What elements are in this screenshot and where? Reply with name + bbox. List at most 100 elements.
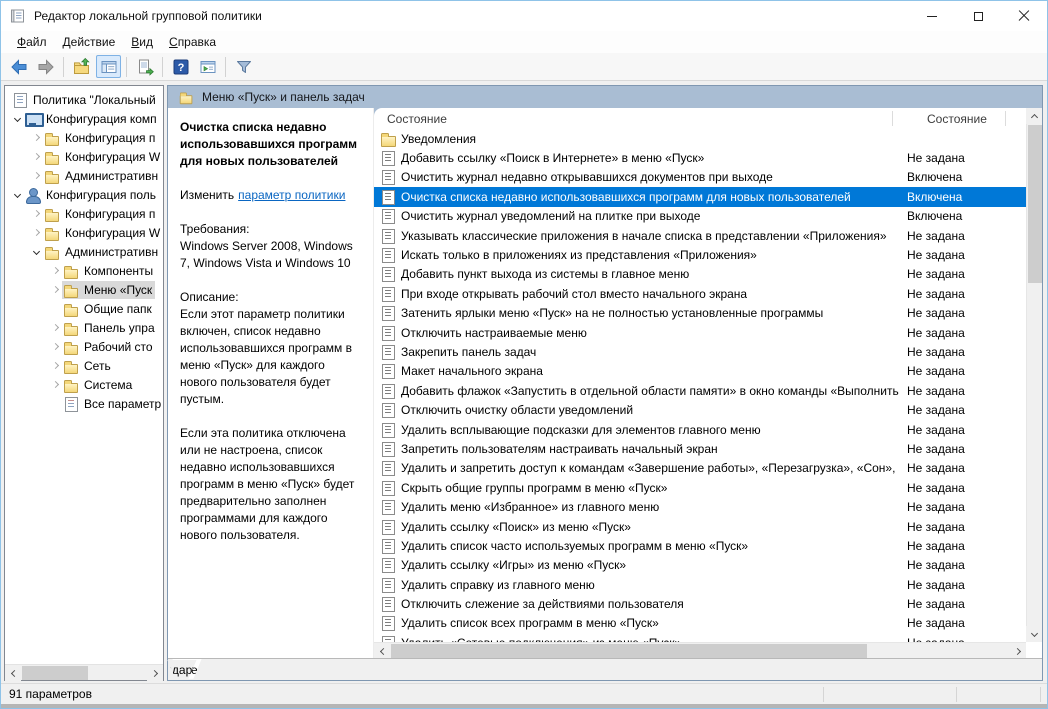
- chevron-icon[interactable]: [11, 192, 24, 197]
- tree-horizontal-scrollbar[interactable]: [5, 664, 163, 680]
- scroll-right-button[interactable]: [1010, 643, 1026, 658]
- chevron-icon[interactable]: [30, 249, 43, 254]
- window-title: Редактор локальной групповой политики: [34, 9, 262, 23]
- policy-list-pane: Состояние Состояние УведомленияДобавить …: [374, 108, 1042, 658]
- tree-item[interactable]: Административн: [5, 166, 163, 185]
- policy-row[interactable]: Макет начального экранаНе задана: [374, 362, 1026, 381]
- policy-setting-link[interactable]: параметр политики: [238, 188, 345, 202]
- policy-row[interactable]: Добавить ссылку «Поиск в Интернете» в ме…: [374, 148, 1026, 167]
- chevron-icon[interactable]: [30, 230, 43, 235]
- policy-row[interactable]: Указывать классические приложения в нача…: [374, 226, 1026, 245]
- tree-item[interactable]: Административн: [5, 242, 163, 261]
- chevron-icon[interactable]: [49, 363, 62, 368]
- menu-view[interactable]: Вид: [123, 33, 161, 51]
- policy-row[interactable]: Уведомления: [374, 129, 1026, 148]
- help-button[interactable]: ?: [168, 55, 193, 78]
- tree-item[interactable]: Конфигурация поль: [5, 185, 163, 204]
- tree-item[interactable]: Меню «Пуск: [5, 280, 163, 299]
- chevron-icon[interactable]: [49, 287, 62, 292]
- column-header-state[interactable]: Состояние: [927, 112, 987, 126]
- menu-action[interactable]: Действие: [55, 33, 124, 51]
- list-vertical-scrollbar[interactable]: [1026, 108, 1042, 642]
- scroll-down-button[interactable]: [1026, 626, 1042, 642]
- show-window-button[interactable]: [195, 55, 220, 78]
- policy-row[interactable]: Запретить пользователям настраивать нача…: [374, 439, 1026, 458]
- tree-item[interactable]: Рабочий сто: [5, 337, 163, 356]
- tree-item[interactable]: Сеть: [5, 356, 163, 375]
- policy-row[interactable]: Удалить справку из главного менюНе задан…: [374, 575, 1026, 594]
- forward-button[interactable]: [33, 55, 58, 78]
- scrollbar-thumb[interactable]: [22, 666, 88, 680]
- chevron-icon[interactable]: [30, 135, 43, 140]
- scrollbar-thumb[interactable]: [1028, 125, 1042, 283]
- folder-icon: [63, 339, 80, 355]
- policy-row[interactable]: При входе открывать рабочий стол вместо …: [374, 284, 1026, 303]
- column-header-setting[interactable]: Состояние: [387, 112, 447, 126]
- scrollbar-thumb[interactable]: [391, 644, 867, 658]
- chevron-icon[interactable]: [49, 325, 62, 330]
- tree-item[interactable]: Общие папк: [5, 299, 163, 318]
- policy-row[interactable]: Добавить флажок «Запустить в отдельной о…: [374, 381, 1026, 400]
- scroll-left-button[interactable]: [5, 665, 21, 681]
- scroll-left-button[interactable]: [374, 643, 390, 658]
- chevron-icon[interactable]: [49, 344, 62, 349]
- policy-row[interactable]: Затенить ярлыки меню «Пуск» на не полнос…: [374, 304, 1026, 323]
- scroll-right-button[interactable]: [147, 665, 163, 681]
- policy-row[interactable]: Удалить ссылку «Игры» из меню «Пуск»Не з…: [374, 556, 1026, 575]
- policy-row[interactable]: Отключить настраиваемые менюНе задана: [374, 323, 1026, 342]
- scroll-up-button[interactable]: [1026, 108, 1042, 124]
- chevron-icon[interactable]: [49, 382, 62, 387]
- chevron-icon[interactable]: [30, 173, 43, 178]
- policy-row[interactable]: Закрепить панель задачНе задана: [374, 342, 1026, 361]
- filter-button[interactable]: [231, 55, 256, 78]
- description-label: Описание:: [180, 289, 363, 306]
- tree-item[interactable]: Компоненты: [5, 261, 163, 280]
- column-separator[interactable]: [1005, 111, 1006, 126]
- tree-item[interactable]: Конфигурация п: [5, 128, 163, 147]
- policy-row[interactable]: Добавить пункт выхода из системы в главн…: [374, 265, 1026, 284]
- policy-row[interactable]: Отключить очистку области уведомленийНе …: [374, 400, 1026, 419]
- policy-row[interactable]: Искать только в приложениях из представл…: [374, 245, 1026, 264]
- up-one-level-button[interactable]: [69, 55, 94, 78]
- show-console-tree-button[interactable]: [96, 55, 121, 78]
- export-list-button[interactable]: [132, 55, 157, 78]
- tree-item[interactable]: Конфигурация п: [5, 204, 163, 223]
- policy-row-state: Не задана: [907, 520, 965, 534]
- policy-row[interactable]: Удалить меню «Избранное» из главного мен…: [374, 497, 1026, 516]
- menu-file[interactable]: Файл: [9, 33, 55, 51]
- tree-item[interactable]: Панель упра: [5, 318, 163, 337]
- list-horizontal-scrollbar[interactable]: [374, 642, 1026, 658]
- policy-row[interactable]: Удалить всплывающие подсказки для элемен…: [374, 420, 1026, 439]
- window-resize-edge[interactable]: [1, 704, 1047, 708]
- tree-item[interactable]: Все параметр: [5, 394, 163, 413]
- policy-row[interactable]: Скрыть общие группы программ в меню «Пус…: [374, 478, 1026, 497]
- policy-row-label: Добавить флажок «Запустить в отдельной о…: [401, 384, 899, 398]
- column-separator[interactable]: [892, 111, 893, 126]
- chevron-icon[interactable]: [30, 154, 43, 159]
- folder-icon: [381, 131, 396, 147]
- policy-row[interactable]: Очистить журнал уведомлений на плитке пр…: [374, 207, 1026, 226]
- policy-row[interactable]: Удалить и запретить доступ к командам «З…: [374, 459, 1026, 478]
- menu-help[interactable]: Справка: [161, 33, 224, 51]
- tree-item[interactable]: Политика "Локальный: [5, 90, 163, 109]
- back-button[interactable]: [6, 55, 31, 78]
- minimize-button[interactable]: [909, 1, 955, 31]
- policy-row[interactable]: Очистить журнал недавно открывавшихся до…: [374, 168, 1026, 187]
- chevron-icon[interactable]: [49, 268, 62, 273]
- tree-item[interactable]: Конфигурация W: [5, 147, 163, 166]
- policy-row[interactable]: Очистка списка недавно использовавшихся …: [374, 187, 1026, 206]
- policy-row[interactable]: Удалить список часто используемых програ…: [374, 536, 1026, 555]
- policy-icon: [381, 305, 396, 321]
- policy-row[interactable]: Удалить «Сетевые подключения» из меню «П…: [374, 633, 1026, 642]
- tree-item-label: Конфигурация п: [65, 207, 155, 221]
- tree-item[interactable]: Конфигурация W: [5, 223, 163, 242]
- chevron-icon[interactable]: [11, 116, 24, 121]
- tree-item[interactable]: Конфигурация комп: [5, 109, 163, 128]
- maximize-button[interactable]: [955, 1, 1001, 31]
- close-button[interactable]: [1001, 1, 1047, 31]
- tree-item[interactable]: Система: [5, 375, 163, 394]
- policy-row[interactable]: Отключить слежение за действиями пользов…: [374, 594, 1026, 613]
- policy-row[interactable]: Удалить список всех программ в меню «Пус…: [374, 614, 1026, 633]
- policy-row[interactable]: Удалить ссылку «Поиск» из меню «Пуск»Не …: [374, 517, 1026, 536]
- chevron-icon[interactable]: [30, 211, 43, 216]
